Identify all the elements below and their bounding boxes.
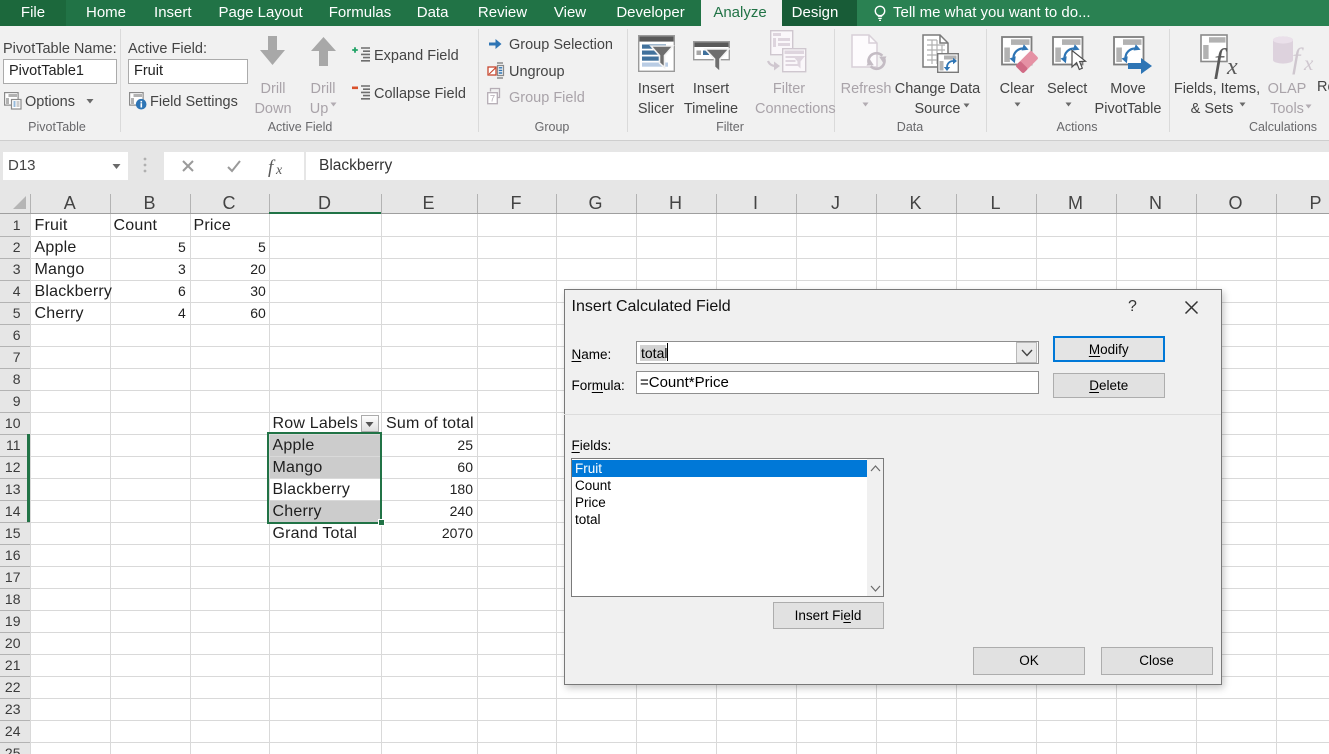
svg-text:7: 7 xyxy=(490,94,495,105)
svg-text:f: f xyxy=(1292,42,1304,75)
svg-text:x: x xyxy=(1303,51,1314,75)
svg-text:x: x xyxy=(1226,54,1238,80)
svg-text:x: x xyxy=(275,163,283,178)
svg-text:f: f xyxy=(268,157,276,178)
